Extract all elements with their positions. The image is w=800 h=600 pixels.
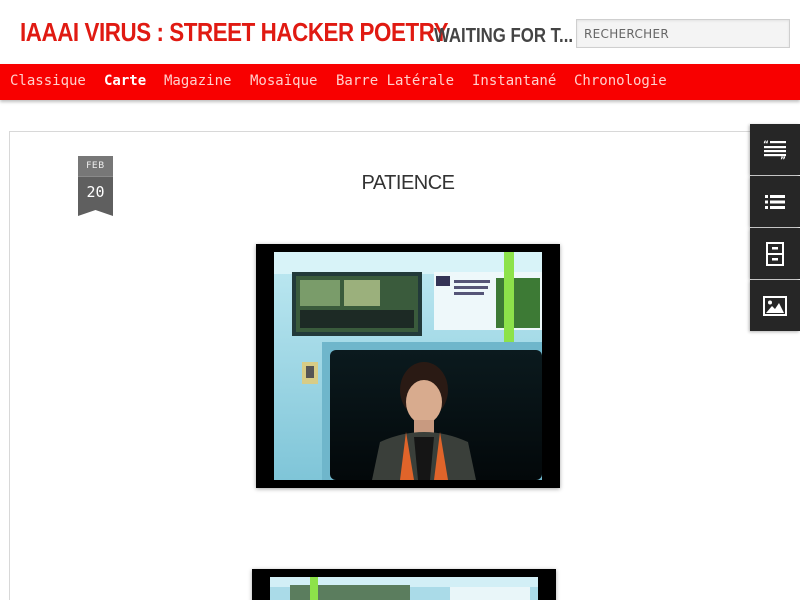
svg-text:“: “: [763, 140, 769, 150]
blockquote-view-button[interactable]: “ ”: [750, 124, 800, 175]
site-title[interactable]: IAAAI VIRUS : STREET HACKER POETRY: [20, 17, 448, 48]
list-view-button[interactable]: [750, 176, 800, 227]
post-title[interactable]: PATIENCE: [0, 172, 800, 195]
archive-view-button[interactable]: [750, 228, 800, 279]
archive-icon: [766, 241, 784, 266]
subway-scene-image: [274, 252, 542, 480]
ribbon-tail: [78, 208, 113, 216]
video-thumbnail-2[interactable]: [252, 569, 556, 600]
list-icon: [765, 194, 785, 209]
nav-item-barre-laterale[interactable]: Barre Latérale: [336, 73, 454, 89]
layout-switcher: “ ”: [750, 124, 800, 332]
image-icon: [763, 295, 787, 316]
nav-item-carte[interactable]: Carte: [104, 73, 146, 89]
nav-item-instantane[interactable]: Instantané: [472, 73, 556, 89]
image-view-button[interactable]: [750, 280, 800, 331]
subway-scene-image-2: [270, 577, 538, 600]
nav-item-mosaique[interactable]: Mosaïque: [250, 73, 317, 89]
nav-item-chronologie[interactable]: Chronologie: [574, 73, 667, 89]
site-tagline: WAITING FOR T...: [434, 25, 574, 47]
nav-bar: Classique Carte Magazine Mosaïque Barre …: [0, 64, 800, 100]
nav-item-magazine[interactable]: Magazine: [164, 73, 231, 89]
search-input[interactable]: [576, 19, 790, 48]
video-thumbnail[interactable]: [256, 244, 560, 488]
nav-item-classique[interactable]: Classique: [10, 73, 86, 89]
blockquote-icon: “ ”: [763, 140, 786, 162]
svg-text:”: ”: [780, 156, 786, 162]
site-header: IAAAI VIRUS : STREET HACKER POETRY WAITI…: [0, 0, 800, 66]
